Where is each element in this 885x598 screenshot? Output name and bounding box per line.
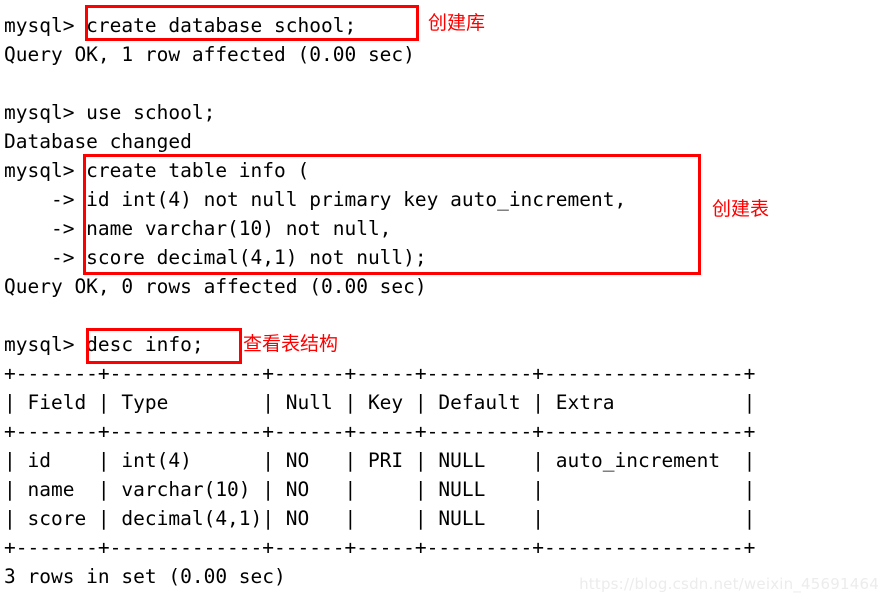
terminal-line: mysql> desc info; <box>4 333 204 356</box>
annotation-create-database: 创建库 <box>428 12 486 34</box>
terminal-line: mysql> use school; <box>4 101 216 124</box>
terminal-line: Query OK, 0 rows affected (0.00 sec) <box>4 275 427 298</box>
terminal-line: Query OK, 1 row affected (0.00 sec) <box>4 43 415 66</box>
terminal-line: +-------+-------------+------+-----+----… <box>4 536 756 559</box>
terminal-line: | Field | Type | Null | Key | Default | … <box>4 391 756 414</box>
watermark: https://blog.csdn.net/weixin_45691464 <box>579 575 879 593</box>
terminal-line: | score | decimal(4,1)| NO | | NULL | | <box>4 507 756 530</box>
terminal-line: -> name varchar(10) not null, <box>4 217 392 240</box>
terminal-line: | id | int(4) | NO | PRI | NULL | auto_i… <box>4 449 756 472</box>
terminal-line: -> score decimal(4,1) not null); <box>4 246 427 269</box>
terminal-line: -> id int(4) not null primary key auto_i… <box>4 188 627 211</box>
mysql-terminal-window: mysql> create database school; Query OK,… <box>0 0 885 598</box>
terminal-line: mysql> create table info ( <box>4 159 310 182</box>
terminal-line: +-------+-------------+------+-----+----… <box>4 420 756 443</box>
terminal-line: Database changed <box>4 130 192 153</box>
terminal-line: mysql> create database school; <box>4 14 357 37</box>
annotation-desc-structure: 查看表结构 <box>243 333 339 355</box>
terminal-line: | name | varchar(10) | NO | | NULL | | <box>4 478 756 501</box>
terminal-line: 3 rows in set (0.00 sec) <box>4 565 286 588</box>
terminal-line: +-------+-------------+------+-----+----… <box>4 362 756 385</box>
annotation-create-table: 创建表 <box>712 198 770 220</box>
